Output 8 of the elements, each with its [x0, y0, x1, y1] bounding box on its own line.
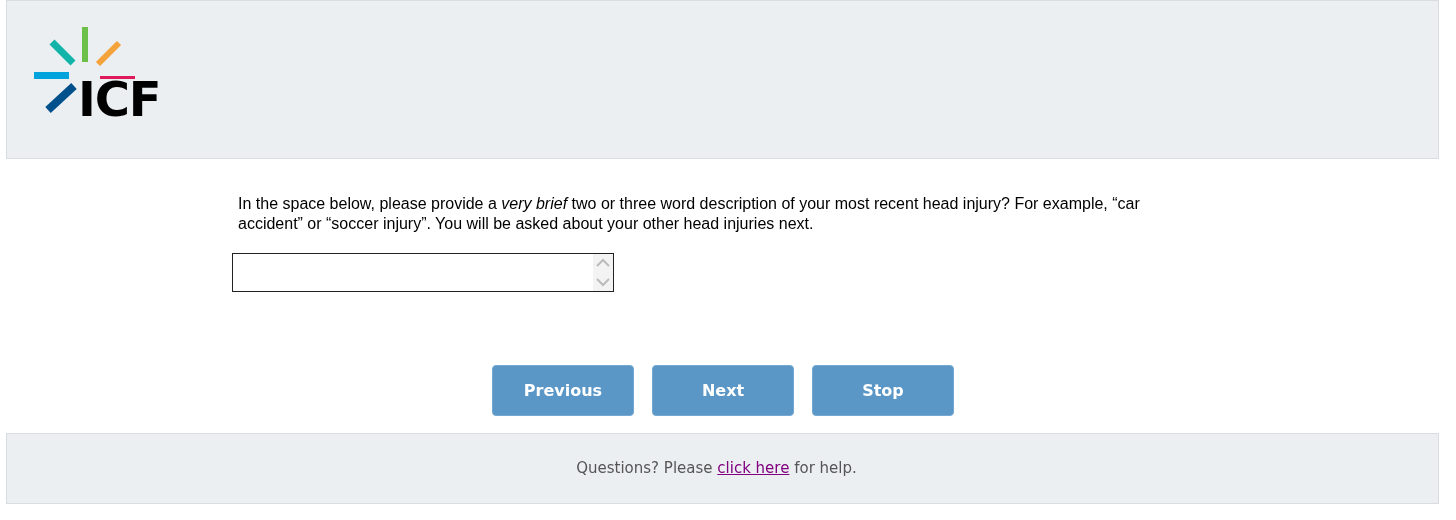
- logo-text: ICF: [78, 81, 161, 117]
- nav-button[interactable]: Next: [652, 365, 794, 416]
- nav-button[interactable]: Previous: [492, 365, 634, 416]
- question-text: In the space below, please provide a very brief two or three word description of your most recent head injury? For example, “car accident” or “soccer injury”. You will be asked about your other head injuries next.: [238, 194, 1141, 234]
- help-text: Questions? Please click here for help.: [576, 458, 857, 480]
- nav-button[interactable]: Stop: [812, 365, 954, 416]
- help-link[interactable]: click here: [717, 459, 790, 478]
- answer-box[interactable]: [232, 253, 614, 292]
